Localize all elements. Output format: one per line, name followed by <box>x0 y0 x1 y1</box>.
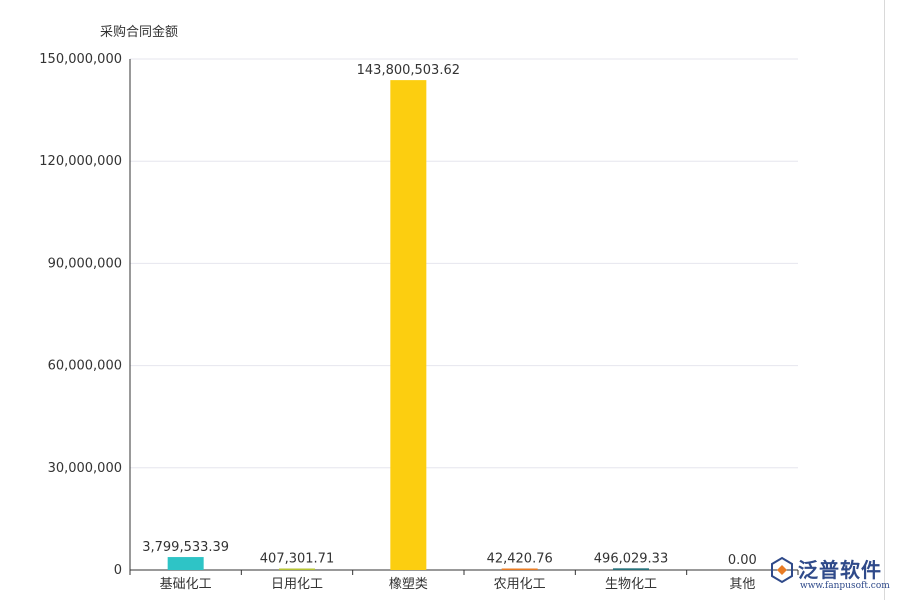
x-axis: 基础化工 日用化工 橡塑类 农用化工 生物化工 其他 <box>129 569 799 592</box>
gridlines <box>130 58 798 469</box>
y-tick-label: 90,000,000 <box>48 256 122 271</box>
bar-chart: 0 30,000,000 60,000,000 90,000,000 120,000,0… <box>39 52 799 592</box>
y-axis: 0 30,000,000 60,000,000 90,000,000 120,000,0… <box>39 52 131 578</box>
y-tick-label: 120,000,000 <box>39 154 122 169</box>
y-tick-label: 0 <box>114 563 122 578</box>
x-tick-label: 基础化工 <box>160 577 212 592</box>
x-tick-label: 生物化工 <box>605 577 657 592</box>
brand-watermark: 泛普软件 www.fanpusoft.com <box>768 552 896 596</box>
data-labels: 3,799,533.39 407,301.71 143,800,503.62 42,4… <box>142 63 757 568</box>
data-label: 143,800,503.62 <box>357 63 460 78</box>
data-label: 42,420.76 <box>487 552 553 567</box>
bar-4 <box>501 568 538 570</box>
x-tick-label: 橡塑类 <box>389 577 428 592</box>
x-tick-label: 农用化工 <box>494 577 546 592</box>
x-tick-label: 日用化工 <box>271 577 323 592</box>
bars <box>167 80 649 570</box>
y-tick-label: 30,000,000 <box>48 461 122 476</box>
brand-logo-icon <box>771 556 793 584</box>
data-label: 407,301.71 <box>260 552 334 567</box>
bar-5 <box>613 568 649 570</box>
y-tick-label: 150,000,000 <box>39 52 122 67</box>
data-label: 496,029.33 <box>594 551 668 566</box>
bar-3 <box>390 80 427 570</box>
x-tick-label: 其他 <box>729 577 755 592</box>
data-label: 3,799,533.39 <box>142 540 229 555</box>
bar-2 <box>279 568 315 570</box>
bar-1 <box>167 557 204 570</box>
brand-name: 泛普软件 <box>798 558 882 582</box>
data-label: 0.00 <box>728 553 757 568</box>
brand-url: www.fanpusoft.com <box>800 581 890 591</box>
y-tick-label: 60,000,000 <box>48 359 122 374</box>
